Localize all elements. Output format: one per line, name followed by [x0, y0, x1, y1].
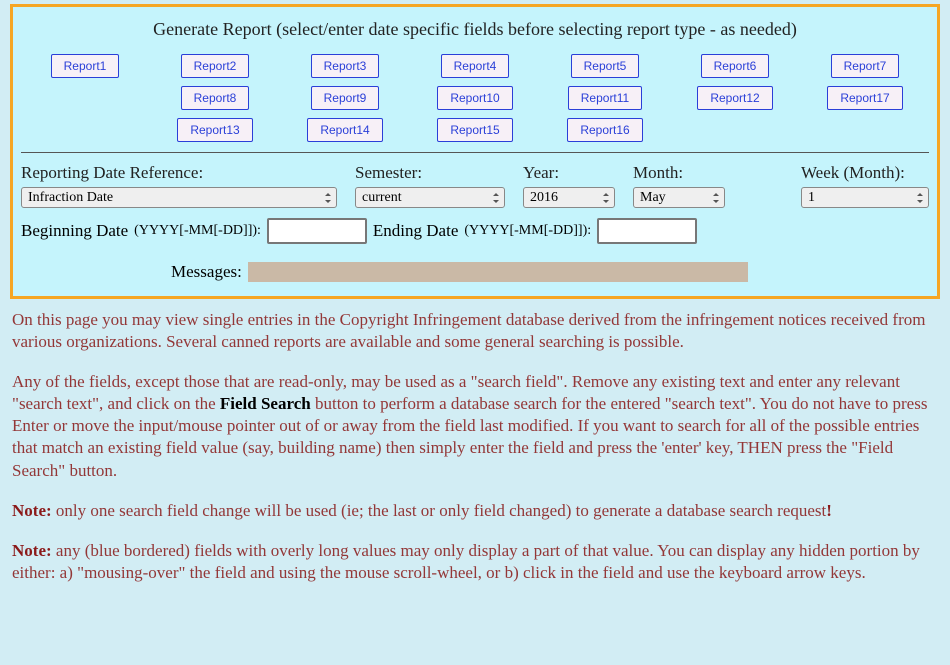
report13-button[interactable]: Report13	[177, 118, 252, 142]
field-search-button-ref: Field Search	[220, 394, 311, 413]
report-cell: Report13	[153, 118, 277, 142]
note-single-field-paragraph: Note: only one search field change will …	[12, 500, 938, 522]
week-label: Week (Month):	[801, 163, 929, 183]
note-label-2: Note:	[12, 541, 52, 560]
beginning-date-label: Beginning Date	[21, 221, 128, 241]
separator	[21, 152, 929, 153]
report-cell: Report14	[283, 118, 407, 142]
note-long-values-paragraph: Note: any (blue bordered) fields with ov…	[12, 540, 938, 584]
report-button-grid: Report1 Report2 Report3 Report4 Report5 Repor…	[21, 54, 929, 142]
panel-title: Generate Report (select/enter date speci…	[21, 19, 929, 40]
reporting-date-ref-label: Reporting Date Reference:	[21, 163, 337, 183]
report-cell: Report2	[153, 54, 277, 78]
report-cell: Report1	[23, 54, 147, 78]
report-cell: Report12	[673, 86, 797, 110]
report5-button[interactable]: Report5	[571, 54, 640, 78]
report8-button[interactable]: Report8	[181, 86, 250, 110]
controls-row: Reporting Date Reference: Infraction Dat…	[21, 163, 929, 208]
report-cell: Report17	[803, 86, 927, 110]
report-cell: Report8	[153, 86, 277, 110]
semester-select[interactable]: current	[355, 187, 505, 208]
ending-date-label: Ending Date	[373, 221, 458, 241]
report7-button[interactable]: Report7	[831, 54, 900, 78]
beginning-date-format: (YYYY[-MM[-DD]]):	[134, 223, 261, 239]
report-cell: Report5	[543, 54, 667, 78]
note-2-text: any (blue bordered) fields with overly l…	[12, 541, 920, 582]
reporting-date-ref-select[interactable]: Infraction Date	[21, 187, 337, 208]
year-select[interactable]: 2016	[523, 187, 615, 208]
report15-button[interactable]: Report15	[437, 118, 512, 142]
beginning-date-input[interactable]	[267, 218, 367, 244]
report-cell: Report15	[413, 118, 537, 142]
report-cell: Report6	[673, 54, 797, 78]
note-1-bang: !	[826, 501, 832, 520]
report11-button[interactable]: Report11	[568, 86, 642, 110]
date-row: Beginning Date (YYYY[-MM[-DD]]): Ending …	[21, 218, 929, 244]
report1-button[interactable]: Report1	[51, 54, 120, 78]
report-cell: Report3	[283, 54, 407, 78]
report-cell	[803, 118, 927, 142]
prose-section: On this page you may view single entries…	[0, 309, 950, 584]
report-cell: Report9	[283, 86, 407, 110]
report-cell: Report16	[543, 118, 667, 142]
report9-button[interactable]: Report9	[311, 86, 380, 110]
report12-button[interactable]: Report12	[697, 86, 772, 110]
week-select[interactable]: 1	[801, 187, 929, 208]
report14-button[interactable]: Report14	[307, 118, 382, 142]
report-cell: Report10	[413, 86, 537, 110]
note-1-text: only one search field change will be use…	[52, 501, 827, 520]
report-cell	[23, 118, 147, 142]
report-cell: Report11	[543, 86, 667, 110]
messages-label: Messages:	[171, 262, 242, 282]
report3-button[interactable]: Report3	[311, 54, 380, 78]
ending-date-input[interactable]	[597, 218, 697, 244]
year-label: Year:	[523, 163, 615, 183]
intro-paragraph: On this page you may view single entries…	[12, 309, 938, 353]
report17-button[interactable]: Report17	[827, 86, 902, 110]
report4-button[interactable]: Report4	[441, 54, 510, 78]
report2-button[interactable]: Report2	[181, 54, 250, 78]
month-select[interactable]: May	[633, 187, 725, 208]
semester-label: Semester:	[355, 163, 505, 183]
report-cell	[23, 86, 147, 110]
note-label-1: Note:	[12, 501, 52, 520]
report10-button[interactable]: Report10	[437, 86, 512, 110]
month-label: Month:	[633, 163, 783, 183]
ending-date-format: (YYYY[-MM[-DD]]):	[464, 223, 591, 239]
messages-box	[248, 262, 748, 282]
search-instructions-paragraph: Any of the fields, except those that are…	[12, 371, 938, 481]
report16-button[interactable]: Report16	[567, 118, 642, 142]
report6-button[interactable]: Report6	[701, 54, 770, 78]
report-cell: Report7	[803, 54, 927, 78]
report-cell	[673, 118, 797, 142]
messages-row: Messages:	[21, 262, 929, 282]
report-cell: Report4	[413, 54, 537, 78]
generate-report-panel: Generate Report (select/enter date speci…	[10, 4, 940, 299]
